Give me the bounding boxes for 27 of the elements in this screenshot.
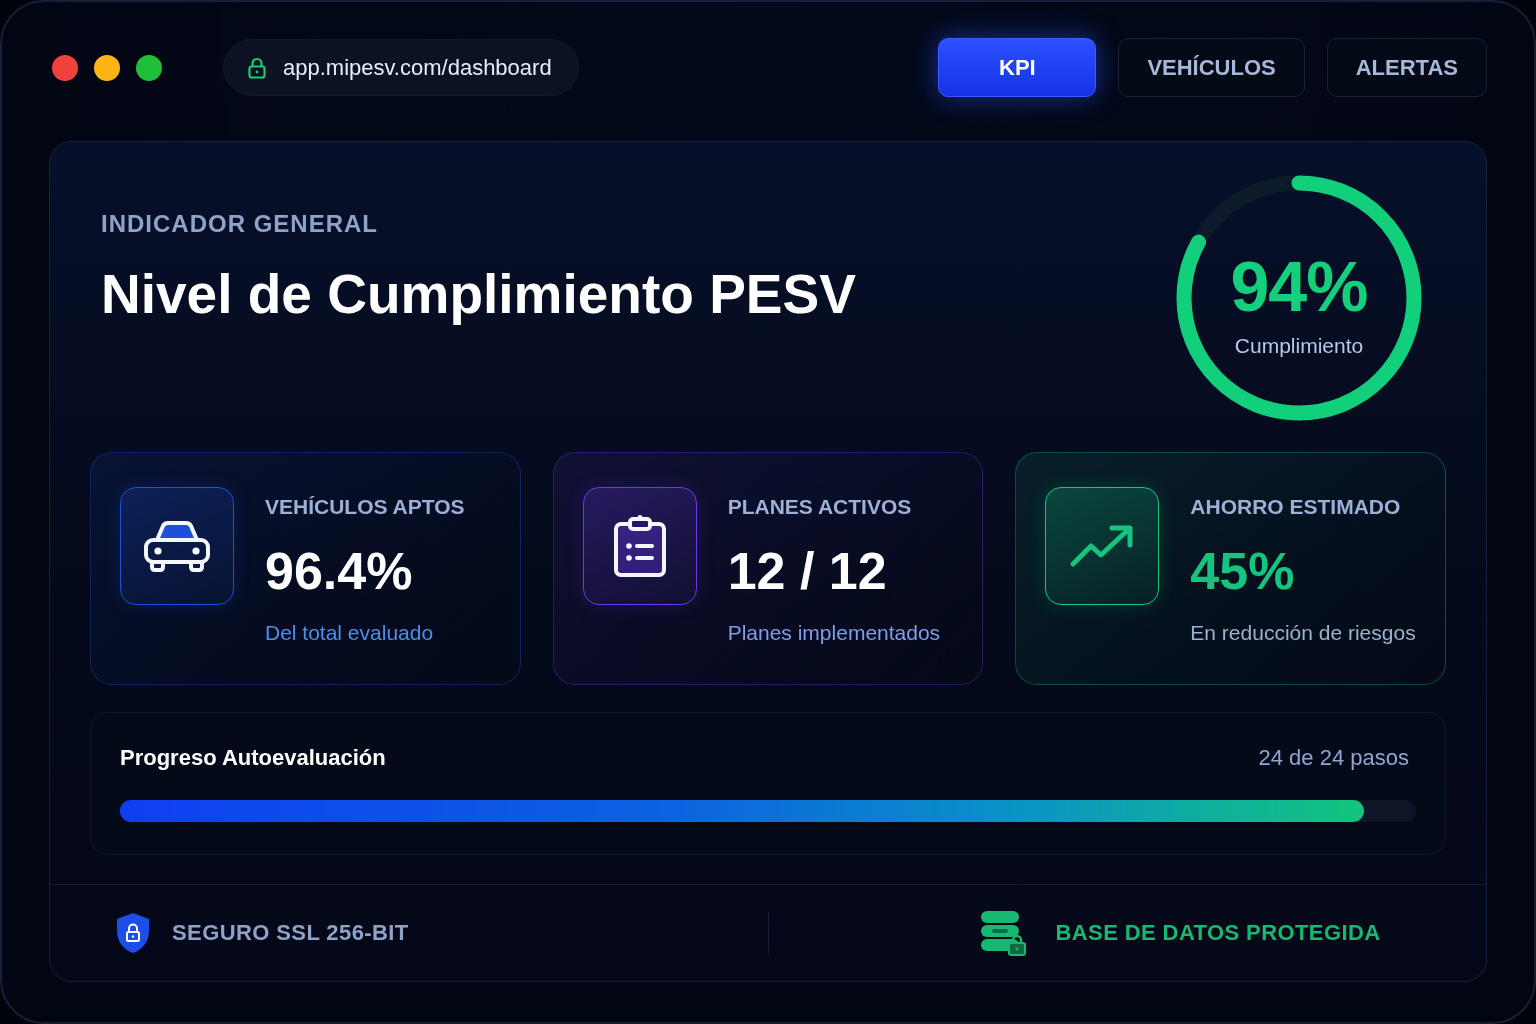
card-label: PLANES ACTIVOS: [727, 494, 912, 520]
card-label: AHORRO ESTIMADO: [1190, 494, 1401, 520]
tab[interactable]: ALERTAS: [1326, 38, 1487, 97]
section-label: INDICADOR GENERAL: [101, 210, 379, 238]
gauge-value: 94%: [1230, 249, 1368, 325]
card-value: 96.4%: [265, 541, 413, 601]
maximize-button[interactable]: [136, 54, 162, 81]
progress-reading: 24 de 24 pasos: [1258, 744, 1409, 772]
gauge-label: Cumplimiento: [1234, 333, 1364, 359]
database-lock-icon: [979, 910, 1026, 956]
card-caption: Del total evaluado: [265, 620, 434, 646]
lock-icon: [248, 56, 266, 79]
footer-label: BASE DE DATOS PROTEGIDA: [1055, 920, 1381, 946]
address-bar[interactable]: app.mipesv.com/dashboard: [223, 39, 579, 96]
progress-title: Progreso Autoevaluación: [120, 744, 386, 772]
card-label: VEHÍCULOS APTOS: [265, 494, 465, 520]
card-value: 45%: [1190, 541, 1295, 601]
card-caption: Planes implementados: [727, 620, 941, 646]
footer-label: SEGURO SSL 256-BIT: [172, 920, 409, 946]
shield-lock-icon: [115, 911, 151, 955]
card-value: 12 / 12: [727, 541, 887, 601]
card-caption: En reducción de riesgos: [1190, 620, 1416, 646]
close-button[interactable]: [52, 54, 78, 81]
page-title: Nivel de Cumplimiento PESV: [101, 262, 856, 326]
minimize-button[interactable]: [94, 54, 120, 81]
tab[interactable]: KPI: [938, 38, 1097, 97]
tab[interactable]: VEHÍCULOS: [1118, 38, 1305, 97]
